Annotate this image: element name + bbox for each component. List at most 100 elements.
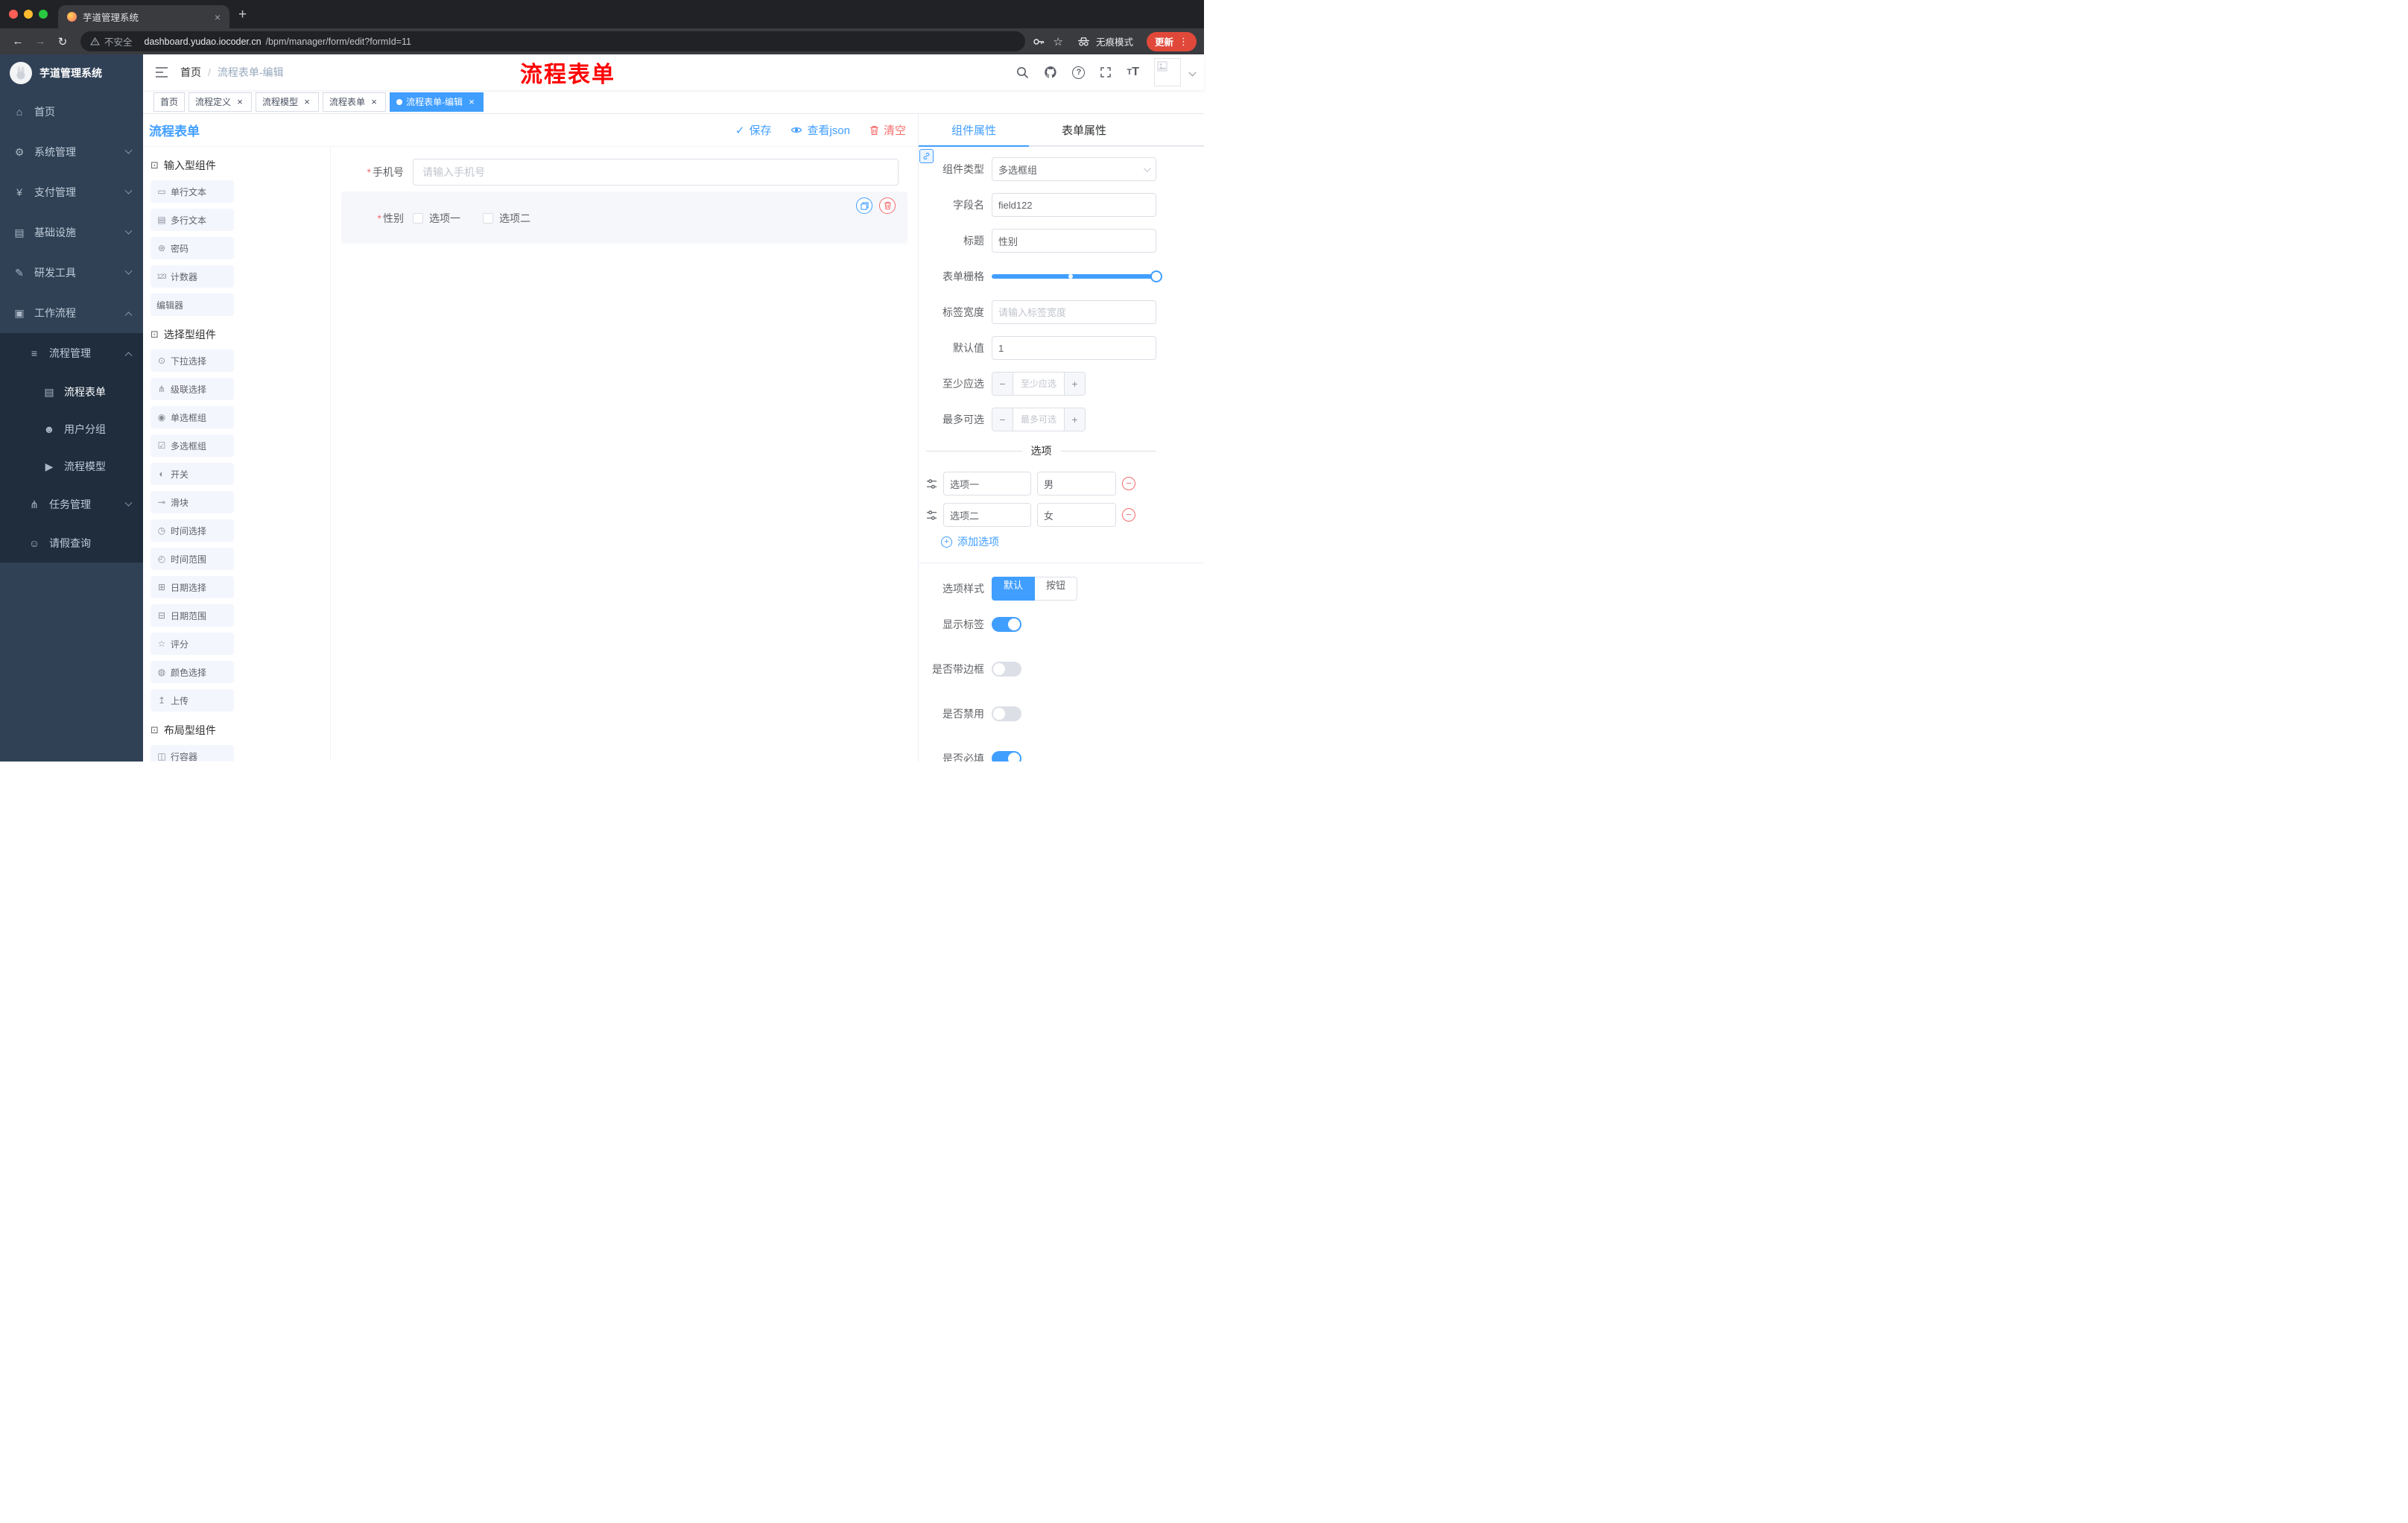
sidebar-item-task-mgmt[interactable]: ⋔ 任务管理 [0, 485, 143, 524]
max-select-input[interactable] [1013, 408, 1064, 431]
browser-update-button[interactable]: 更新 ⋮ [1146, 31, 1197, 51]
palette-item-multi-text[interactable]: ▤ 多行文本 [150, 209, 234, 231]
forward-icon[interactable]: → [30, 31, 51, 52]
palette-item-checkbox-group[interactable]: ☑ 多选框组 [150, 434, 234, 457]
palette-item-rate[interactable]: ☆ 评分 [150, 633, 234, 655]
min-select-input[interactable] [1013, 373, 1064, 395]
palette-item-slider[interactable]: ⊸ 滑块 [150, 491, 234, 513]
avatar-caret-icon[interactable] [1188, 69, 1197, 76]
sidebar-item-process-form[interactable]: ▤ 流程表单 [0, 373, 143, 411]
tag-home[interactable]: 首页 [153, 92, 186, 112]
palette-item-password[interactable]: ⊛ 密码 [150, 237, 234, 259]
window-zoom-button[interactable] [39, 10, 48, 19]
add-option-button[interactable]: + 添加选项 [941, 534, 1156, 549]
window-close-button[interactable] [9, 10, 18, 19]
new-tab-button[interactable]: + [238, 7, 247, 23]
view-json-button[interactable]: 查看json [790, 122, 850, 138]
style-default-button[interactable]: 默认 [992, 577, 1036, 601]
breadcrumb-home-link[interactable]: 首页 [180, 65, 201, 80]
browser-menu-dots-icon[interactable]: ⋮ [1179, 36, 1188, 48]
back-icon[interactable]: ← [7, 31, 28, 52]
remove-option-button[interactable]: − [1122, 477, 1135, 490]
copy-component-button[interactable] [856, 197, 872, 214]
window-minimize-button[interactable] [24, 10, 33, 19]
palette-item-counter[interactable]: 123 计数器 [150, 265, 234, 288]
sidebar-item-process-mgmt[interactable]: ≡ 流程管理 [0, 333, 143, 373]
clear-button[interactable]: 清空 [869, 122, 906, 138]
palette-item-row-container[interactable]: ◫ 行容器 [150, 745, 234, 762]
palette-item-single-text[interactable]: ▭ 单行文本 [150, 180, 234, 203]
canvas-field-phone[interactable]: * 手机号 [341, 159, 907, 186]
slider-handle[interactable] [1150, 270, 1162, 282]
tag-close-icon[interactable]: × [235, 96, 245, 107]
sidebar-item-home[interactable]: ⌂ 首页 [0, 92, 143, 132]
sidebar-item-devtools[interactable]: ✎ 研发工具 [0, 253, 143, 293]
palette-item-date-range[interactable]: ⊟ 日期范围 [150, 604, 234, 627]
tag-close-icon[interactable]: × [369, 96, 379, 107]
increase-button[interactable]: + [1064, 373, 1085, 395]
title-input[interactable] [992, 229, 1156, 253]
tab-form-props[interactable]: 表单属性 [1029, 114, 1139, 145]
field-name-input[interactable] [992, 193, 1156, 217]
palette-item-time-picker[interactable]: ◷ 时间选择 [150, 519, 234, 542]
palette-item-select[interactable]: ⊙ 下拉选择 [150, 349, 234, 372]
option-value-input[interactable] [1037, 472, 1116, 495]
help-icon[interactable]: ? [1072, 66, 1086, 79]
drag-handle-icon[interactable] [926, 510, 937, 520]
decrease-button[interactable]: − [992, 373, 1013, 395]
search-icon[interactable] [1016, 66, 1029, 79]
tab-component-props[interactable]: 组件属性 [919, 114, 1029, 147]
tag-process-model[interactable]: 流程模型 × [256, 92, 320, 112]
tag-process-definition[interactable]: 流程定义 × [188, 92, 253, 112]
tab-close-icon[interactable]: × [212, 11, 224, 23]
disabled-switch[interactable] [992, 706, 1021, 721]
sidebar-item-system[interactable]: ⚙ 系统管理 [0, 132, 143, 172]
phone-input[interactable] [413, 159, 899, 186]
password-key-icon[interactable] [1033, 36, 1045, 48]
tag-close-icon[interactable]: × [466, 96, 477, 107]
palette-item-date-picker[interactable]: ⊞ 日期选择 [150, 576, 234, 598]
tag-close-icon[interactable]: × [302, 96, 312, 107]
palette-item-time-range[interactable]: ◴ 时间范围 [150, 548, 234, 570]
github-icon[interactable] [1044, 66, 1057, 79]
sidebar-item-leave-query[interactable]: ☺ 请假查询 [0, 524, 143, 563]
default-value-input[interactable] [992, 336, 1156, 360]
option-name-input[interactable] [943, 472, 1031, 495]
palette-item-color-picker[interactable]: ◍ 颜色选择 [150, 661, 234, 683]
hamburger-icon[interactable] [143, 67, 180, 77]
option-name-input[interactable] [943, 503, 1031, 527]
gender-option2-checkbox[interactable]: 选项二 [483, 211, 530, 226]
tag-process-form[interactable]: 流程表单 × [323, 92, 387, 112]
sidebar-item-infra[interactable]: ▤ 基础设施 [0, 212, 143, 253]
font-size-icon[interactable]: TT [1127, 66, 1139, 79]
required-switch[interactable] [992, 751, 1021, 762]
canvas-field-gender-selected[interactable]: * 性别 选项一 选项二 [341, 191, 907, 244]
increase-button[interactable]: + [1064, 408, 1085, 431]
palette-item-cascader[interactable]: ⋔ 级联选择 [150, 378, 234, 400]
remove-option-button[interactable]: − [1122, 508, 1135, 522]
component-type-select[interactable] [992, 157, 1156, 181]
tag-process-form-edit[interactable]: 流程表单-编辑 × [390, 92, 484, 112]
palette-item-radio-group[interactable]: ◉ 单选框组 [150, 406, 234, 428]
save-button[interactable]: ✓ 保存 [735, 122, 772, 138]
browser-tab[interactable]: 芋道管理系统 × [58, 5, 229, 28]
palette-item-upload[interactable]: ↥ 上传 [150, 689, 234, 712]
address-bar[interactable]: 不安全 dashboard.yudao.iocoder.cn/bpm/manag… [80, 31, 1025, 51]
show-label-switch[interactable] [992, 617, 1021, 632]
sidebar-item-payment[interactable]: ¥ 支付管理 [0, 172, 143, 212]
fullscreen-icon[interactable] [1100, 66, 1112, 78]
palette-item-switch[interactable]: ◐ 开关 [150, 463, 234, 485]
sidebar-item-process-model[interactable]: ▶ 流程模型 [0, 448, 143, 485]
reload-icon[interactable]: ↻ [52, 31, 73, 52]
style-button-button[interactable]: 按钮 [1035, 577, 1078, 601]
decrease-button[interactable]: − [992, 408, 1013, 431]
option-value-input[interactable] [1037, 503, 1116, 527]
avatar[interactable] [1154, 58, 1181, 86]
sidebar-item-workflow[interactable]: ▣ 工作流程 [0, 293, 143, 333]
sidebar-item-user-group[interactable]: ☻ 用户分组 [0, 411, 143, 448]
drag-handle-icon[interactable] [926, 478, 937, 489]
bookmark-star-icon[interactable]: ☆ [1054, 35, 1063, 48]
label-width-input[interactable] [992, 300, 1156, 324]
link-icon[interactable] [919, 149, 934, 163]
grid-slider[interactable] [992, 265, 1162, 288]
